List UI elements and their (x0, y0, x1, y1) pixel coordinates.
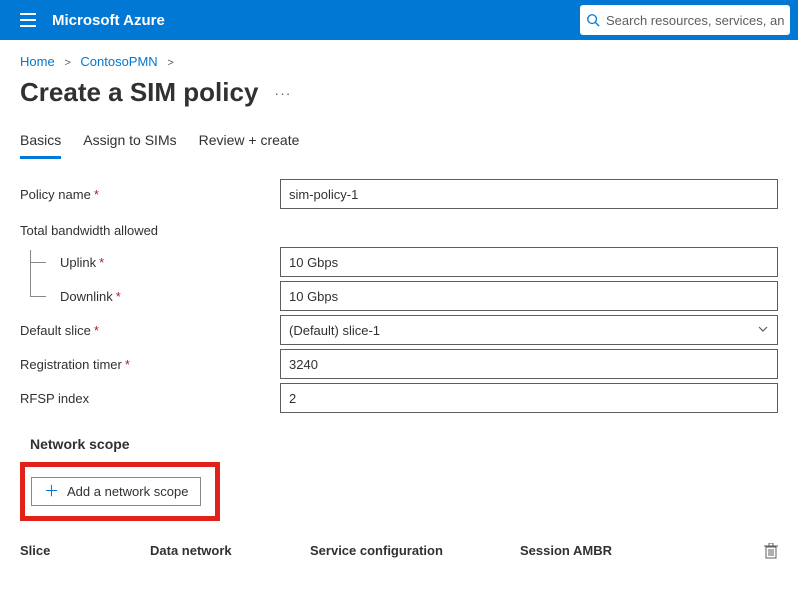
global-search[interactable] (580, 5, 790, 35)
plus-icon: ＋ (44, 484, 59, 499)
bandwidth-group-label: Total bandwidth allowed (20, 217, 280, 240)
top-bar: Microsoft Azure (0, 0, 798, 40)
policy-name-label: Policy name* (20, 187, 280, 202)
uplink-input[interactable] (280, 247, 778, 277)
uplink-label: Uplink* (20, 250, 280, 274)
form-area: Policy name* Total bandwidth allowed Upl… (0, 160, 798, 414)
tab-review-create[interactable]: Review + create (199, 126, 300, 159)
tab-assign-to-sims[interactable]: Assign to SIMs (83, 126, 176, 159)
rfsp-index-label: RFSP index (20, 391, 280, 406)
tab-basics[interactable]: Basics (20, 126, 61, 159)
rfsp-index-input[interactable] (280, 383, 778, 413)
breadcrumb-resource[interactable]: ContosoPMN (80, 54, 157, 69)
policy-name-input[interactable] (280, 179, 778, 209)
registration-timer-label: Registration timer* (20, 357, 280, 372)
hamburger-icon (20, 13, 36, 27)
breadcrumb-home[interactable]: Home (20, 54, 55, 69)
col-slice: Slice (20, 543, 150, 562)
trash-icon (764, 543, 778, 559)
brand-label: Microsoft Azure (52, 12, 165, 29)
breadcrumb: Home > ContosoPMN > (0, 40, 798, 75)
downlink-label: Downlink* (20, 284, 280, 308)
downlink-input[interactable] (280, 281, 778, 311)
add-network-scope-label: Add a network scope (67, 484, 188, 499)
tab-bar: Basics Assign to SIMs Review + create (0, 126, 798, 160)
page-title-row: Create a SIM policy ··· (0, 75, 798, 126)
default-slice-select[interactable]: (Default) slice-1 (280, 315, 778, 345)
registration-timer-input[interactable] (280, 349, 778, 379)
default-slice-value: (Default) slice-1 (289, 323, 380, 338)
chevron-right-icon: > (64, 57, 70, 69)
add-network-scope-button[interactable]: ＋ Add a network scope (31, 477, 201, 506)
delete-column-icon[interactable] (748, 543, 778, 562)
page-title: Create a SIM policy (20, 77, 258, 108)
search-input[interactable] (606, 13, 784, 28)
col-service-config: Service configuration (310, 543, 520, 562)
network-scope-table: Slice Data network Service configuration… (0, 529, 798, 566)
chevron-right-icon: > (167, 57, 173, 69)
col-session-ambr: Session AMBR (520, 543, 748, 562)
default-slice-label: Default slice* (20, 323, 280, 338)
search-icon (586, 13, 600, 27)
chevron-down-icon (757, 323, 769, 338)
table-header-row: Slice Data network Service configuration… (20, 543, 778, 566)
more-actions-icon[interactable]: ··· (274, 85, 291, 101)
highlight-add-network-scope: ＋ Add a network scope (20, 462, 220, 521)
network-scope-heading: Network scope (0, 416, 798, 462)
col-data-network: Data network (150, 543, 310, 562)
hamburger-menu-icon[interactable] (8, 0, 48, 40)
